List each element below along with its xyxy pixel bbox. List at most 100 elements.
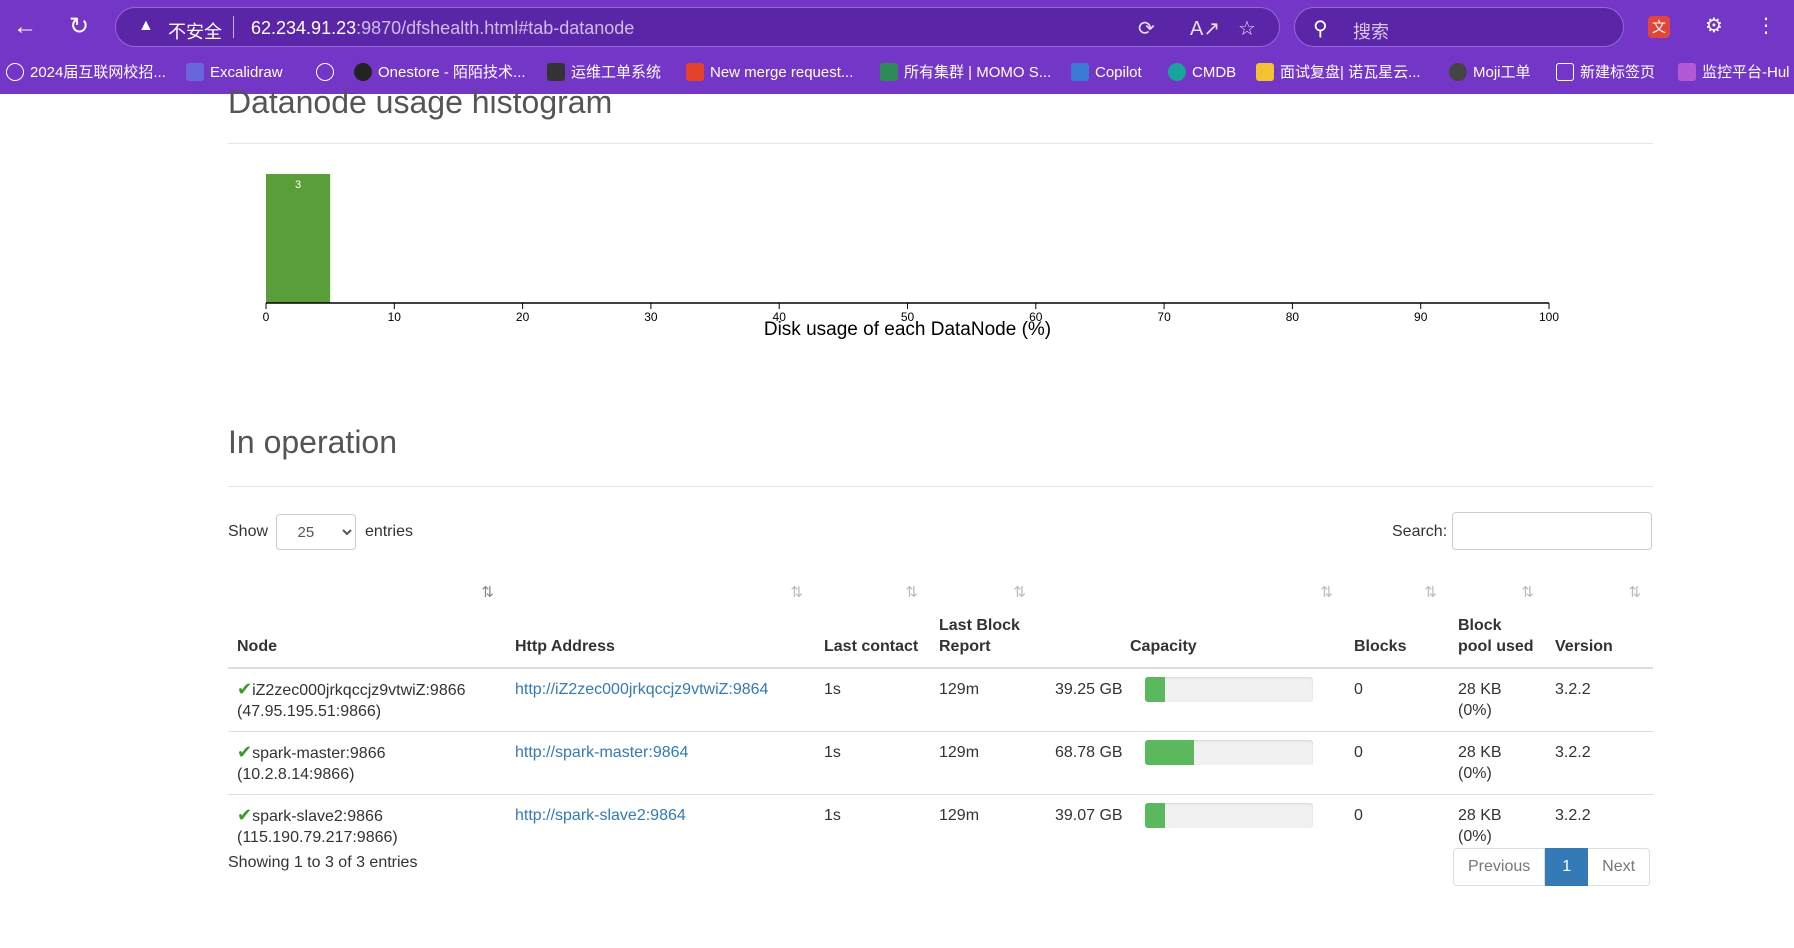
favorite-star-icon[interactable]: ☆ — [1238, 16, 1256, 41]
blocks-cell: 0 — [1345, 793, 1449, 857]
bookmark-label: 所有集群 | MOMO S... — [904, 64, 1052, 81]
node-cell: ✔spark-slave2:9866 (115.190.79.217:9866) — [228, 793, 506, 857]
search-icon: ⚲ — [1313, 18, 1328, 40]
bookmark-item[interactable]: Moji工单 — [1449, 61, 1531, 85]
search-label: Search: — [1392, 523, 1448, 540]
bookmark-item[interactable]: 2024届互联网校招... — [6, 61, 166, 85]
bookmark-item[interactable]: 运维工单系统 — [547, 61, 661, 85]
bookmark-item[interactable]: 所有集群 | MOMO S... — [880, 61, 1051, 85]
column-label: Capacity — [1130, 638, 1197, 655]
last-report-cell: 129m — [930, 667, 1038, 731]
http-link[interactable]: http://spark-master:9864 — [515, 744, 688, 761]
bookmark-item[interactable]: 新建标签页 — [1556, 61, 1655, 85]
column-header-last-block-report[interactable]: Last Block Report ⇅ — [930, 564, 1038, 669]
node-cell: ✔spark-master:9866 (10.2.8.14:9866) — [228, 730, 506, 794]
column-label: Blocks — [1354, 638, 1407, 655]
extensions-icon[interactable]: ⚙ — [1700, 12, 1728, 40]
bookmark-item[interactable]: Copilot — [1071, 61, 1142, 85]
bookmark-label: 运维工单系统 — [571, 64, 662, 81]
edge-refresh-icon[interactable]: ⟳ — [1138, 16, 1155, 41]
node-cell: ✔iZ2zec000jrkqccjz9vtwiZ:9866 (47.95.195.… — [228, 667, 506, 731]
table-row: ✔spark-slave2:9866 (115.190.79.217:9866) … — [228, 793, 1653, 857]
blocks-cell: 0 — [1345, 667, 1449, 731]
onestore-icon — [354, 62, 372, 81]
check-icon: ✔ — [237, 804, 253, 825]
capacity-cell: 68.78 GB — [1038, 730, 1345, 794]
blocks-cell: 0 — [1345, 730, 1449, 794]
browser-search-box[interactable]: ⚲ 搜索 — [1294, 7, 1624, 47]
back-icon[interactable]: ← — [8, 10, 42, 44]
x-tick-label: 100 — [1539, 310, 1559, 324]
http-link[interactable]: http://iZ2zec000jrkqccjz9vtwiZ:9864 — [515, 681, 768, 698]
http-cell: http://iZ2zec000jrkqccjz9vtwiZ:9864 — [506, 667, 815, 731]
address-separator — [233, 16, 234, 38]
pagination: Previous 1 Next — [1453, 848, 1651, 886]
browser-toolbar: ← ↻ ▲ 不安全 62.234.91.23:9870/dfshealth.ht… — [0, 0, 1794, 54]
table-search-input[interactable] — [1452, 512, 1652, 550]
node-name: spark-master:9866 — [252, 744, 386, 762]
bookmark-item[interactable]: 监控平台-Hul — [1678, 61, 1790, 85]
warning-icon: ▲ — [138, 17, 154, 34]
bookmark-item[interactable]: Onestore - 陌陌技术... — [354, 61, 526, 85]
address-bar[interactable]: ▲ 不安全 62.234.91.23:9870/dfshealth.html#t… — [115, 7, 1280, 47]
sort-icon: ⇅ — [1521, 584, 1534, 601]
bookmark-item[interactable]: New merge request... — [686, 61, 853, 85]
bookmark-label: CMDB — [1192, 64, 1237, 81]
column-header-http[interactable]: Http Address ⇅ — [506, 564, 815, 669]
capacity-bar — [1145, 739, 1313, 765]
column-header-version[interactable]: Version ⇅ — [1546, 564, 1653, 669]
column-header-block-pool-used[interactable]: Block pool used ⇅ — [1449, 564, 1546, 669]
previous-page-button[interactable]: Previous — [1453, 848, 1546, 886]
http-cell: http://spark-slave2:9864 — [506, 793, 815, 857]
capacity-value: 39.07 GB — [1055, 806, 1123, 824]
bookmark-label: Excalidraw — [210, 64, 283, 81]
check-icon: ✔ — [237, 679, 253, 699]
column-header-last-contact[interactable]: Last contact ⇅ — [815, 564, 930, 669]
column-header-capacity[interactable]: Capacity ⇅ — [1038, 564, 1345, 669]
histogram-bar-label: 3 — [295, 179, 301, 191]
capacity-bar — [1145, 802, 1313, 828]
in-operation-title: In operation — [228, 424, 398, 460]
more-icon[interactable]: ⋮ — [1752, 12, 1780, 40]
cmdb-icon — [1168, 62, 1186, 81]
bookmark-item[interactable]: Excalidraw — [186, 61, 283, 85]
column-header-blocks[interactable]: Blocks ⇅ — [1345, 564, 1449, 669]
capacity-bar-fill — [1145, 677, 1166, 702]
search-placeholder: 搜索 — [1353, 22, 1389, 42]
table-row: ✔iZ2zec000jrkqccjz9vtwiZ:9866 (47.95.195.… — [228, 667, 1653, 731]
sort-icon: ⇅ — [1424, 584, 1437, 601]
url-path: :9870/dfshealth.html#tab-datanode — [356, 18, 635, 38]
column-label: Node — [237, 638, 277, 655]
refresh-icon[interactable]: ↻ — [62, 10, 96, 44]
translate-icon[interactable]: 文 — [1648, 16, 1670, 38]
excalidraw-icon — [186, 62, 204, 81]
read-aloud-icon[interactable]: A↗ — [1190, 16, 1220, 41]
bookmark-item[interactable]: CMDB — [1168, 61, 1236, 85]
bookmark-label: 2024届互联网校招... — [30, 64, 166, 81]
pool-used-cell: 28 KB (0%) — [1449, 730, 1546, 794]
page-1-button[interactable]: 1 — [1545, 848, 1589, 886]
usage-histogram: 30 10 20 30 40 50 60 70 80 90 100Disk usage of eac… — [263, 174, 1559, 340]
bookmark-label: Moji工单 — [1473, 64, 1531, 81]
http-link[interactable]: http://spark-slave2:9864 — [515, 807, 686, 824]
url-host: 62.234.91.23 — [251, 18, 357, 38]
capacity-bar-fill — [1145, 802, 1166, 828]
entries-select[interactable]: 25 — [276, 514, 357, 550]
next-page-button[interactable]: Next — [1588, 848, 1651, 886]
bookmark-label: 新建标签页 — [1580, 64, 1656, 81]
sort-icon: ⇅ — [790, 584, 803, 601]
show-label: Show — [228, 523, 269, 540]
cluster-icon — [880, 62, 898, 81]
version-cell: 3.2.2 — [1546, 730, 1653, 794]
column-label: Version — [1555, 638, 1613, 655]
bookmark-item[interactable]: 面试复盘| 诺瓦星云... — [1256, 61, 1421, 85]
table-row: ✔spark-master:9866 (10.2.8.14:9866) http:… — [228, 730, 1653, 794]
x-axis-label: Disk usage of each DataNode (%) — [764, 319, 1051, 340]
node-ip: (10.2.8.14:9866) — [237, 765, 355, 783]
bookmark-item[interactable] — [316, 61, 340, 85]
column-header-node[interactable]: Node ⇅ — [228, 564, 506, 669]
showing-entries-text: Showing 1 to 3 of 3 entries — [228, 854, 418, 871]
capacity-value: 68.78 GB — [1055, 743, 1123, 761]
capacity-cell: 39.25 GB — [1038, 667, 1345, 731]
capacity-bar-fill — [1145, 739, 1194, 765]
